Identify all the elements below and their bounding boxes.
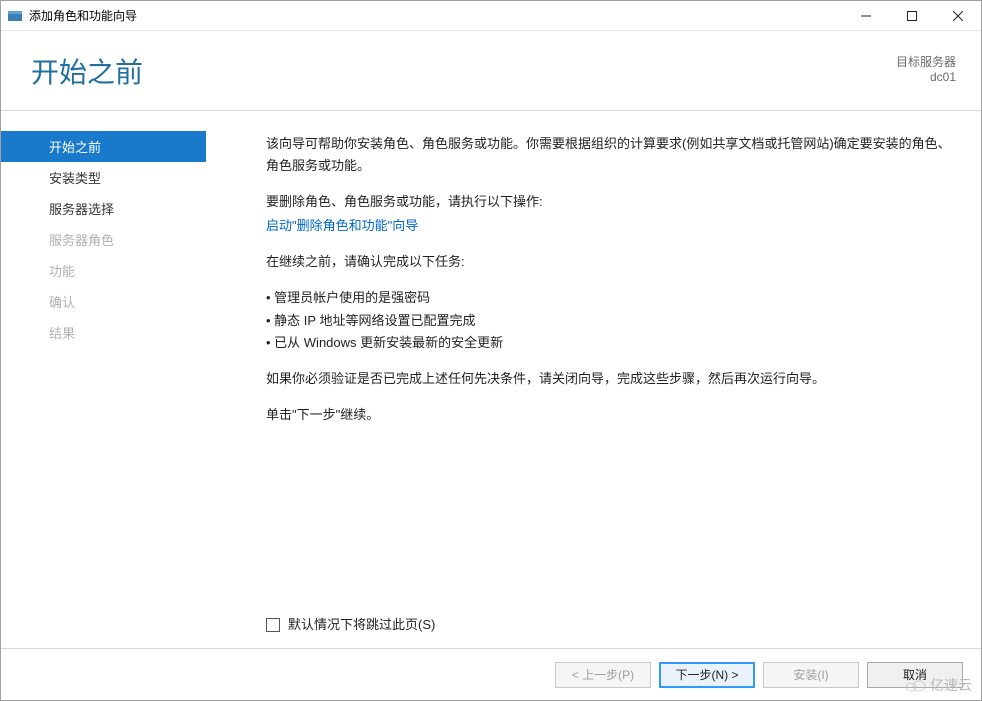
titlebar: 添加角色和功能向导: [1, 1, 981, 31]
window-title: 添加角色和功能向导: [29, 7, 843, 24]
target-server-label: 目标服务器: [896, 53, 956, 70]
minimize-button[interactable]: [843, 1, 889, 30]
precheck-title: 在继续之前，请确认完成以下任务:: [266, 251, 951, 273]
precheck-item: 静态 IP 地址等网络设置已配置完成: [266, 310, 951, 332]
precheck-item: 管理员帐户使用的是强密码: [266, 287, 951, 309]
intro-text: 该向导可帮助你安装角色、角色服务或功能。你需要根据组织的计算要求(例如共享文档或…: [266, 133, 951, 177]
sidebar-item-confirmation: 确认: [1, 286, 206, 317]
sidebar-item-server-selection[interactable]: 服务器选择: [1, 193, 206, 224]
precheck-list: 管理员帐户使用的是强密码 静态 IP 地址等网络设置已配置完成 已从 Windo…: [266, 287, 951, 353]
install-button: 安装(I): [763, 662, 859, 688]
main-content: 该向导可帮助你安装角色、角色服务或功能。你需要根据组织的计算要求(例如共享文档或…: [206, 111, 981, 648]
wizard-header: 开始之前 目标服务器 dc01: [1, 31, 981, 111]
sidebar-item-installation-type[interactable]: 安装类型: [1, 162, 206, 193]
window-controls: [843, 1, 981, 30]
cancel-button[interactable]: 取消: [867, 662, 963, 688]
step-sidebar: 开始之前 安装类型 服务器选择 服务器角色 功能 确认 结果: [1, 111, 206, 648]
verify-note: 如果你必须验证是否已完成上述任何先决条件，请关闭向导，完成这些步骤，然后再次运行…: [266, 368, 951, 390]
remove-intro-text: 要删除角色、角色服务或功能，请执行以下操作:: [266, 191, 951, 213]
skip-page-checkbox[interactable]: [266, 618, 280, 632]
target-server-info: 目标服务器 dc01: [896, 53, 956, 84]
maximize-button[interactable]: [889, 1, 935, 30]
close-button[interactable]: [935, 1, 981, 30]
target-server-name: dc01: [896, 70, 956, 84]
sidebar-item-server-roles: 服务器角色: [1, 224, 206, 255]
previous-button: < 上一步(P): [555, 662, 651, 688]
wizard-footer: < 上一步(P) 下一步(N) > 安装(I) 取消: [1, 648, 981, 700]
next-button[interactable]: 下一步(N) >: [659, 662, 755, 688]
page-title: 开始之前: [31, 51, 143, 91]
sidebar-item-before-you-begin[interactable]: 开始之前: [1, 131, 206, 162]
wizard-window: 添加角色和功能向导 开始之前 目标服务器 dc01 开始之前 安装类型 服务器选…: [0, 0, 982, 701]
wizard-body: 开始之前 安装类型 服务器选择 服务器角色 功能 确认 结果 该向导可帮助你安装…: [1, 111, 981, 648]
sidebar-item-results: 结果: [1, 317, 206, 348]
skip-page-label: 默认情况下将跳过此页(S): [288, 614, 435, 636]
skip-page-row: 默认情况下将跳过此页(S): [266, 614, 435, 636]
remove-roles-link[interactable]: 启动"删除角色和功能"向导: [266, 218, 418, 233]
sidebar-item-features: 功能: [1, 255, 206, 286]
precheck-item: 已从 Windows 更新安装最新的安全更新: [266, 332, 951, 354]
continue-note: 单击"下一步"继续。: [266, 404, 951, 426]
app-icon: [7, 8, 23, 24]
